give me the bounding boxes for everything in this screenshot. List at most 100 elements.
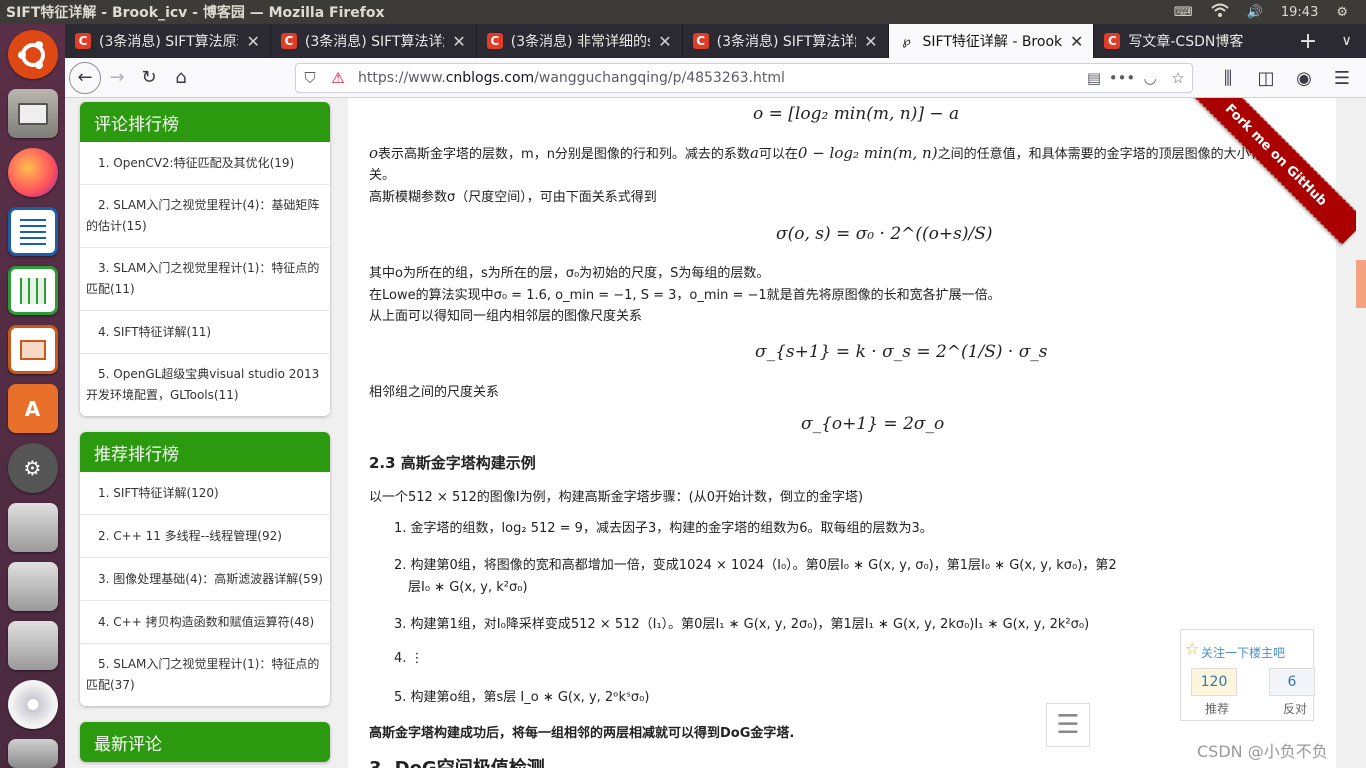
list-item[interactable]: 4. SIFT特征详解(11) [80,311,330,354]
account-icon[interactable]: ◉ [1288,62,1320,94]
disk-icon[interactable] [7,502,58,552]
oppose-label[interactable]: 反对 [1283,700,1307,717]
window-title: SIFT特征详解 - Brook_icv - 博客园 — Mozilla Fir… [6,5,385,21]
sidebar-toggle-icon[interactable]: ◫ [1250,62,1282,94]
keyboard-icon[interactable]: ⌨ [1174,5,1193,20]
tab-overflow-icon[interactable]: ∨ [1327,24,1366,58]
dvd-icon[interactable] [7,679,58,729]
scrollbar[interactable] [1356,98,1366,768]
ubuntu-logo-icon[interactable] [7,30,58,80]
page-actions-icon[interactable]: ••• [1108,69,1136,87]
close-tab-icon[interactable]: ✕ [246,32,259,51]
follow-author-link[interactable]: 关注一下楼主吧 [1201,644,1285,661]
blog-sidebar: 评论排行榜 1. OpenCV2:特征匹配及其优化(19) 2. SLAM入门之… [80,102,330,768]
list-item[interactable]: 2. C++ 11 多线程--线程管理(92) [80,515,330,558]
follow-panel: ☆ 关注一下楼主吧 120 6 推荐 反对 [1180,629,1315,721]
tab-sift-detail-1[interactable]: C (3条消息) SIFT算法详解 ✕ [271,24,477,58]
list-item[interactable]: 5. SLAM入门之视觉里程计(1)：特征点的匹配(37) [80,644,330,706]
close-tab-icon[interactable]: ✕ [658,32,671,51]
csdn-favicon-icon: C [1104,33,1121,49]
csdn-favicon-icon: C [486,33,503,49]
recommend-button[interactable]: 120 [1191,668,1237,696]
paragraph: 其中o为所在的组，s为所在的层，σ₀为初始的尺度，S为每组的层数。 [369,266,770,281]
close-tab-icon[interactable]: ✕ [864,32,877,51]
firefox-icon[interactable] [7,148,58,198]
launcher: A ⚙ [0,24,65,768]
bookmark-star-icon[interactable]: ☆ [1164,69,1192,87]
list-item[interactable]: 1. OpenCV2:特征匹配及其优化(19) [80,142,330,185]
pocket-icon[interactable]: ◡ [1136,69,1164,87]
paragraph: 在Lowe的算法实现中σ₀ = 1.6, o_min = −1, S = 3，o… [369,288,1001,303]
paragraph: 关。 [369,168,396,183]
power-icon[interactable]: ⚙ [1336,5,1348,20]
csdn-favicon-icon: C [75,33,91,49]
paragraph: 高斯金字塔构建成功后，将每一组相邻的两层相减就可以得到DoG金字塔. [369,726,795,741]
csdn-favicon-icon: C [280,33,297,49]
reload-button[interactable]: ↻ [133,62,165,94]
home-button[interactable]: ⌂ [165,62,197,94]
clock[interactable]: 19:43 [1281,5,1318,20]
list-item: 5. 构建第o组，第s层 I_o ∗ G(x, y, 2ᵒkˢσ₀) [394,690,650,705]
latest-comments-title: 最新评论 [80,722,330,762]
wifi-icon[interactable] [1211,3,1229,21]
list-item: 2. 构建第0组，将图像的宽和高都增加一倍，变成1024 × 1024（I₀）。… [394,558,1117,573]
reader-view-icon[interactable]: ▤ [1080,69,1108,87]
tab-sift-principle[interactable]: C (3条消息) SIFT算法原理 ✕ [65,24,271,58]
forward-button[interactable]: → [101,62,133,94]
recommend-rank-box: 推荐排行榜 1. SIFT特征详解(120) 2. C++ 11 多线程--线程… [80,432,330,706]
list-item[interactable]: 5. OpenGL超级宝典visual studio 2013开发环境配置，GL… [80,354,330,416]
cnblogs-favicon-icon: ℘ [902,34,911,48]
csdn-favicon-icon: C [692,33,709,49]
menu-icon[interactable]: ☰ [1326,62,1358,94]
url-bar[interactable]: ⛉ ⚠ https://www.cnblogs.com/wangguchangq… [295,63,1193,93]
files-icon[interactable] [7,89,58,139]
section-heading: 2.3 高斯金字塔构建示例 [369,454,536,472]
paragraph: o表示高斯金字塔的层数，m，n分别是图像的行和列。减去的系数a可以在0 − lo… [369,144,1263,162]
software-center-icon[interactable]: A [7,384,58,434]
recommend-rank-title: 推荐排行榜 [80,432,330,472]
impress-icon[interactable] [7,325,58,375]
url-text[interactable]: https://www.cnblogs.com/wangguchangqing/… [352,70,1080,86]
system-top-panel: SIFT特征详解 - Brook_icv - 博客园 — Mozilla Fir… [0,0,1366,24]
scrollbar-thumb[interactable] [1356,260,1366,308]
table-of-contents-icon[interactable]: ☰ [1046,703,1090,747]
list-item[interactable]: 3. 图像处理基础(4)：高斯滤波器详解(59) [80,558,330,601]
list-item[interactable]: 3. SLAM入门之视觉里程计(1)：特征点的匹配(11) [80,248,330,311]
tab-bar: C (3条消息) SIFT算法原理 ✕ C (3条消息) SIFT算法详解 ✕ … [65,24,1366,58]
trash-icon[interactable] [7,738,58,768]
tab-sift-very-detail[interactable]: C (3条消息) 非常详细的sift ✕ [477,24,683,58]
close-tab-icon[interactable]: ✕ [452,32,465,51]
section-heading: 3. DoG空间极值检测 [369,754,545,768]
disk-icon[interactable] [7,620,58,670]
tab-sift-cnblogs[interactable]: ℘ SIFT特征详解 - Brook_i ✕ [888,24,1095,58]
list-item: 3. 构建第1组，对I₀降采样变成512 × 512（I₁）。第0层I₁ ∗ G… [394,617,1090,632]
new-tab-button[interactable]: + [1289,24,1328,58]
library-icon[interactable]: ⫼ [1212,62,1244,94]
recommend-label[interactable]: 推荐 [1205,700,1229,717]
paragraph: 从上面可以得知同一组内相邻层的图像尺度关系 [369,309,643,324]
tab-sift-detail-2[interactable]: C (3条消息) SIFT算法详解 ✕ [683,24,889,58]
tab-csdn-write[interactable]: C 写文章-CSDN博客 [1094,24,1288,58]
lock-warning-icon[interactable]: ⚠ [324,69,352,87]
list-item[interactable]: 1. SIFT特征详解(120) [80,472,330,515]
settings-icon[interactable]: ⚙ [7,443,58,493]
equation-octave-scale: σ_{o+1} = 2σ_o [801,414,945,434]
paragraph: 高斯模糊参数σ（尺度空间），可由下面关系式得到 [369,190,657,205]
comment-rank-box: 评论排行榜 1. OpenCV2:特征匹配及其优化(19) 2. SLAM入门之… [80,102,330,416]
watermark: CSDN @小负不负 [1197,742,1328,761]
star-icon: ☆ [1185,639,1200,658]
calc-icon[interactable] [7,266,58,316]
writer-icon[interactable] [7,207,58,257]
close-tab-icon[interactable]: ✕ [1070,32,1083,51]
list-item[interactable]: 4. C++ 拷贝构造函数和赋值运算符(48) [80,601,330,644]
volume-icon[interactable]: 🔊 [1247,5,1263,20]
oppose-button[interactable]: 6 [1269,668,1315,696]
list-item[interactable]: 2. SLAM入门之视觉里程计(4)：基础矩阵的估计(15) [80,185,330,248]
fork-me-ribbon[interactable]: Fork me on GitHub [1186,98,1366,245]
shield-icon[interactable]: ⛉ [296,69,324,87]
equation-scale-space: σ(o, s) = σ₀ · 2^((o+s)/S) [776,224,993,244]
list-item: 1. 金字塔的组数，log₂ 512 = 9，减去因子3，构建的金字塔的组数为6… [394,521,933,536]
back-button[interactable]: ← [69,61,101,94]
disk-icon[interactable] [7,561,58,611]
list-item: 4. ⋮ [394,651,424,666]
